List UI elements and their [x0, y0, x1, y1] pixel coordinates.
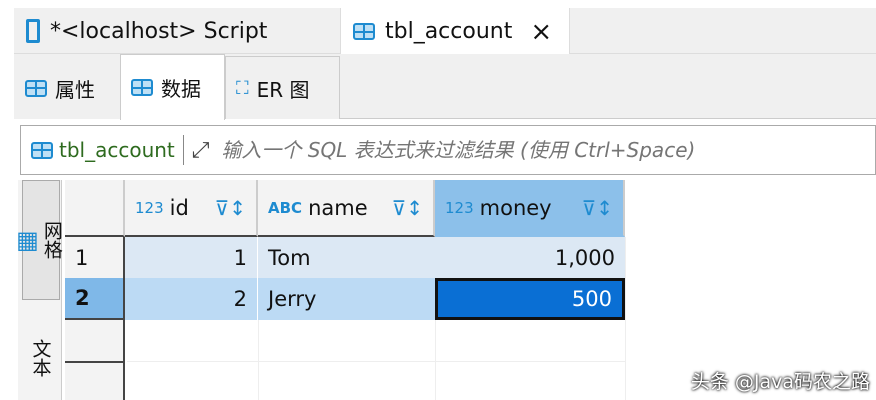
- cell-id[interactable]: 2: [125, 278, 258, 320]
- row-divider: [127, 361, 625, 362]
- cell-name[interactable]: Jerry: [258, 278, 435, 320]
- column-header-money[interactable]: 123 money ⊽↕: [435, 180, 625, 237]
- divider: [182, 135, 184, 165]
- filter-sort-icon[interactable]: ⊽↕: [582, 196, 613, 220]
- close-icon[interactable]: ×: [530, 17, 552, 47]
- side-tab-text[interactable]: 文本: [22, 315, 60, 400]
- filter-table-name[interactable]: tbl_account: [59, 138, 175, 162]
- column-name: name: [308, 195, 368, 220]
- cell-money[interactable]: 1,000: [435, 237, 625, 278]
- column-header-name[interactable]: ABC name ⊽↕: [258, 180, 435, 237]
- side-tab-grid[interactable]: 网格 ▦: [16, 180, 63, 300]
- corner-cell: [65, 180, 125, 237]
- column-header-id[interactable]: 123 id ⊽↕: [125, 180, 258, 237]
- tab-label: *<localhost> Script: [50, 18, 268, 44]
- tab-label: tbl_account: [385, 19, 513, 44]
- number-type-icon: 123: [135, 198, 164, 217]
- row-number[interactable]: 2: [65, 278, 125, 320]
- tab-er-diagram[interactable]: ⛶ ER 图: [225, 56, 340, 119]
- column-name: money: [479, 195, 552, 220]
- column-name: id: [169, 195, 189, 220]
- column-divider: [435, 320, 436, 400]
- tab-tbl-account[interactable]: tbl_account ×: [340, 8, 570, 55]
- filter-input[interactable]: [221, 138, 875, 162]
- watermark: 头条 @Java码农之路: [690, 371, 870, 393]
- editor-tab-bar: *<localhost> Script tbl_account ×: [14, 8, 876, 55]
- cell-id[interactable]: 1: [125, 237, 258, 278]
- tab-label: 网格: [40, 221, 63, 259]
- empty-row-headers: [65, 320, 125, 400]
- er-diagram-icon: ⛶: [236, 77, 249, 99]
- filter-sort-icon[interactable]: ⊽↕: [392, 196, 423, 220]
- sub-tab-bar: 属性 数据 ⛶ ER 图: [14, 54, 876, 120]
- filter-bar: tbl_account ⤢: [20, 125, 876, 175]
- expand-icon[interactable]: ⤢: [192, 138, 210, 163]
- cell-name[interactable]: Tom: [258, 237, 435, 278]
- data-grid-icon: [131, 79, 153, 96]
- view-side-panel: 网格 ▦ 文本: [16, 180, 63, 400]
- tab-label: 属性: [55, 77, 95, 102]
- column-divider: [625, 237, 626, 400]
- row-divider: [65, 361, 125, 363]
- grid-icon: ▦: [16, 226, 39, 254]
- cell-money-selected[interactable]: 500: [435, 278, 625, 320]
- number-type-icon: 123: [445, 198, 474, 217]
- row-number[interactable]: 1: [65, 237, 125, 278]
- text-type-icon: ABC: [268, 198, 303, 217]
- tab-properties[interactable]: 属性: [14, 56, 120, 119]
- tab-label: ER 图: [256, 77, 310, 102]
- table-icon: [25, 79, 47, 97]
- table-icon: [353, 23, 375, 40]
- script-icon: [26, 19, 40, 43]
- table-icon: [31, 141, 53, 159]
- tab-data[interactable]: 数据: [120, 54, 225, 120]
- tab-script[interactable]: *<localhost> Script: [14, 8, 338, 54]
- tab-label: 文本: [29, 338, 52, 377]
- filter-sort-icon[interactable]: ⊽↕: [215, 196, 246, 220]
- column-divider: [258, 320, 259, 400]
- tab-label: 数据: [161, 77, 201, 101]
